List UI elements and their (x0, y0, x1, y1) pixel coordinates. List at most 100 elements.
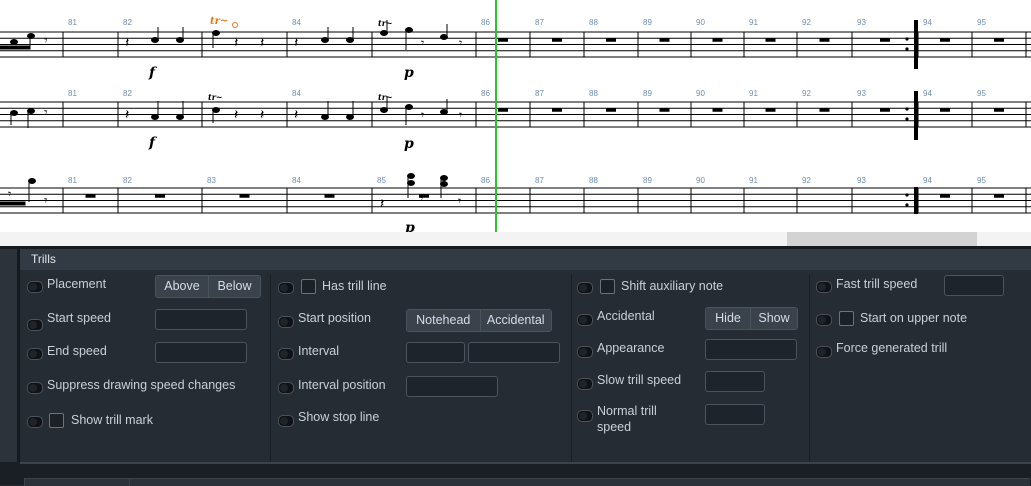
score-view[interactable]: 81 82 84 86 87 88 89 90 91 92 93 94 95 81 82 84 86 87 88 89… (0, 0, 1031, 232)
start-position-notehead-button[interactable]: Notehead (407, 310, 480, 331)
interval-label: Interval (298, 344, 339, 358)
whole-rest (994, 194, 1004, 198)
accidental-hide-button[interactable]: Hide (706, 308, 750, 329)
trill-mark-selected[interactable]: tr~ (210, 16, 238, 28)
shift-auxiliary-checkbox[interactable] (600, 279, 615, 294)
show-stop-line-label: Show stop line (298, 410, 380, 424)
playhead[interactable] (495, 0, 497, 232)
has-trill-line-toggle[interactable] (278, 282, 294, 294)
horizontal-scrollbar-thumb[interactable] (787, 232, 977, 246)
trill-mark: tr~ (378, 92, 393, 102)
bar-number: 93 (857, 89, 866, 98)
bar-number: 87 (535, 176, 544, 185)
bar-number: 92 (802, 89, 811, 98)
bar-number: 92 (802, 176, 811, 185)
has-trill-line-label: Has trill line (322, 279, 387, 293)
bar-number: 81 (68, 176, 77, 185)
whole-rest (606, 108, 616, 112)
force-generated-trill-toggle[interactable] (816, 346, 832, 358)
placement-below-button[interactable]: Below (208, 276, 260, 297)
trill-mark: tr~ (378, 18, 393, 28)
side-strip (0, 249, 20, 462)
normal-trill-speed-field[interactable] (705, 404, 765, 425)
show-stop-line-toggle[interactable] (278, 415, 294, 427)
bar-number: 81 (68, 89, 77, 98)
score-canvas[interactable]: 81 82 84 86 87 88 89 90 91 92 93 94 95 81 82 84 86 87 88 89… (0, 0, 1031, 232)
bar-number: 91 (749, 89, 758, 98)
whole-rest (324, 194, 335, 198)
dynamic-piano: p (404, 136, 414, 152)
slow-trill-speed-field[interactable] (705, 371, 765, 392)
placement-segmented[interactable]: Above Below (155, 275, 261, 298)
bar-number: 84 (292, 176, 301, 185)
appearance-field[interactable] (705, 339, 797, 360)
bar-number: 85 (377, 176, 386, 185)
has-trill-line-checkbox[interactable] (301, 279, 316, 294)
notehead (440, 181, 448, 187)
accidental-segmented[interactable]: Hide Show (705, 307, 798, 330)
beam (0, 45, 31, 50)
fast-trill-speed-toggle[interactable] (816, 281, 832, 293)
interval-position-field[interactable] (406, 376, 498, 397)
bar-number: 86 (481, 89, 490, 98)
interval-toggle[interactable] (278, 348, 294, 360)
notehead (346, 114, 354, 120)
bar-number: 82 (123, 176, 132, 185)
svg-text:𝄾: 𝄾 (458, 194, 461, 208)
accidental-toggle[interactable] (577, 314, 593, 326)
whole-rest (712, 108, 723, 112)
dynamic-forte: f (148, 135, 158, 151)
whole-rest (155, 194, 165, 198)
interval-position-toggle[interactable] (278, 382, 294, 394)
end-speed-toggle[interactable] (27, 348, 43, 360)
interval-field-2[interactable] (468, 342, 560, 363)
interval-field-1[interactable] (406, 342, 465, 363)
force-generated-trill-label: Force generated trill (836, 341, 948, 355)
bar-number: 92 (802, 18, 811, 27)
start-position-toggle[interactable] (278, 316, 294, 328)
bar-number: 91 (749, 18, 758, 27)
notehead (440, 109, 448, 115)
svg-text:𝄽: 𝄽 (294, 107, 298, 123)
normal-trill-speed-label-1: Normal trill (597, 404, 657, 418)
normal-trill-speed-toggle[interactable] (577, 410, 593, 422)
slow-trill-speed-toggle[interactable] (577, 378, 593, 390)
start-on-upper-note-checkbox[interactable] (839, 311, 854, 326)
shift-auxiliary-label: Shift auxiliary note (621, 279, 724, 293)
show-trill-mark-toggle[interactable] (27, 416, 43, 428)
placement-above-button[interactable]: Above (156, 276, 208, 297)
barlines (62, 32, 1027, 213)
panel-header[interactable]: Trills (20, 249, 1031, 270)
bar-number: 91 (749, 176, 758, 185)
start-on-upper-note-toggle[interactable] (816, 314, 832, 326)
notehead (440, 34, 448, 40)
repeat-barline (905, 20, 918, 214)
notehead (380, 30, 388, 36)
notehead (176, 114, 184, 120)
appearance-label: Appearance (597, 341, 665, 355)
whole-rest (880, 38, 890, 42)
column-separator (809, 275, 810, 462)
whole-rest (819, 108, 830, 112)
placement-toggle[interactable] (27, 281, 43, 293)
shift-auxiliary-toggle[interactable] (577, 282, 593, 294)
notehead (28, 178, 36, 184)
bar-number: 95 (977, 89, 986, 98)
bar-number: 84 (292, 89, 301, 98)
appearance-toggle[interactable] (577, 346, 593, 358)
start-position-segmented[interactable]: Notehead Accidental (406, 309, 552, 332)
show-trill-mark-checkbox[interactable] (49, 413, 64, 428)
end-speed-field[interactable] (155, 342, 247, 363)
svg-text:𝄾: 𝄾 (44, 193, 48, 209)
staff-lines (0, 31, 1031, 214)
accidental-show-button[interactable]: Show (750, 308, 797, 329)
start-speed-field[interactable] (155, 309, 247, 330)
bar-number: 89 (643, 176, 652, 185)
start-speed-toggle[interactable] (27, 319, 43, 331)
suppress-toggle[interactable] (27, 382, 43, 394)
svg-text:𝄽: 𝄽 (260, 35, 264, 51)
start-position-accidental-button[interactable]: Accidental (479, 310, 551, 331)
svg-text:𝄾: 𝄾 (420, 192, 423, 206)
bar-number: 90 (696, 89, 705, 98)
fast-trill-speed-field[interactable] (944, 275, 1004, 296)
